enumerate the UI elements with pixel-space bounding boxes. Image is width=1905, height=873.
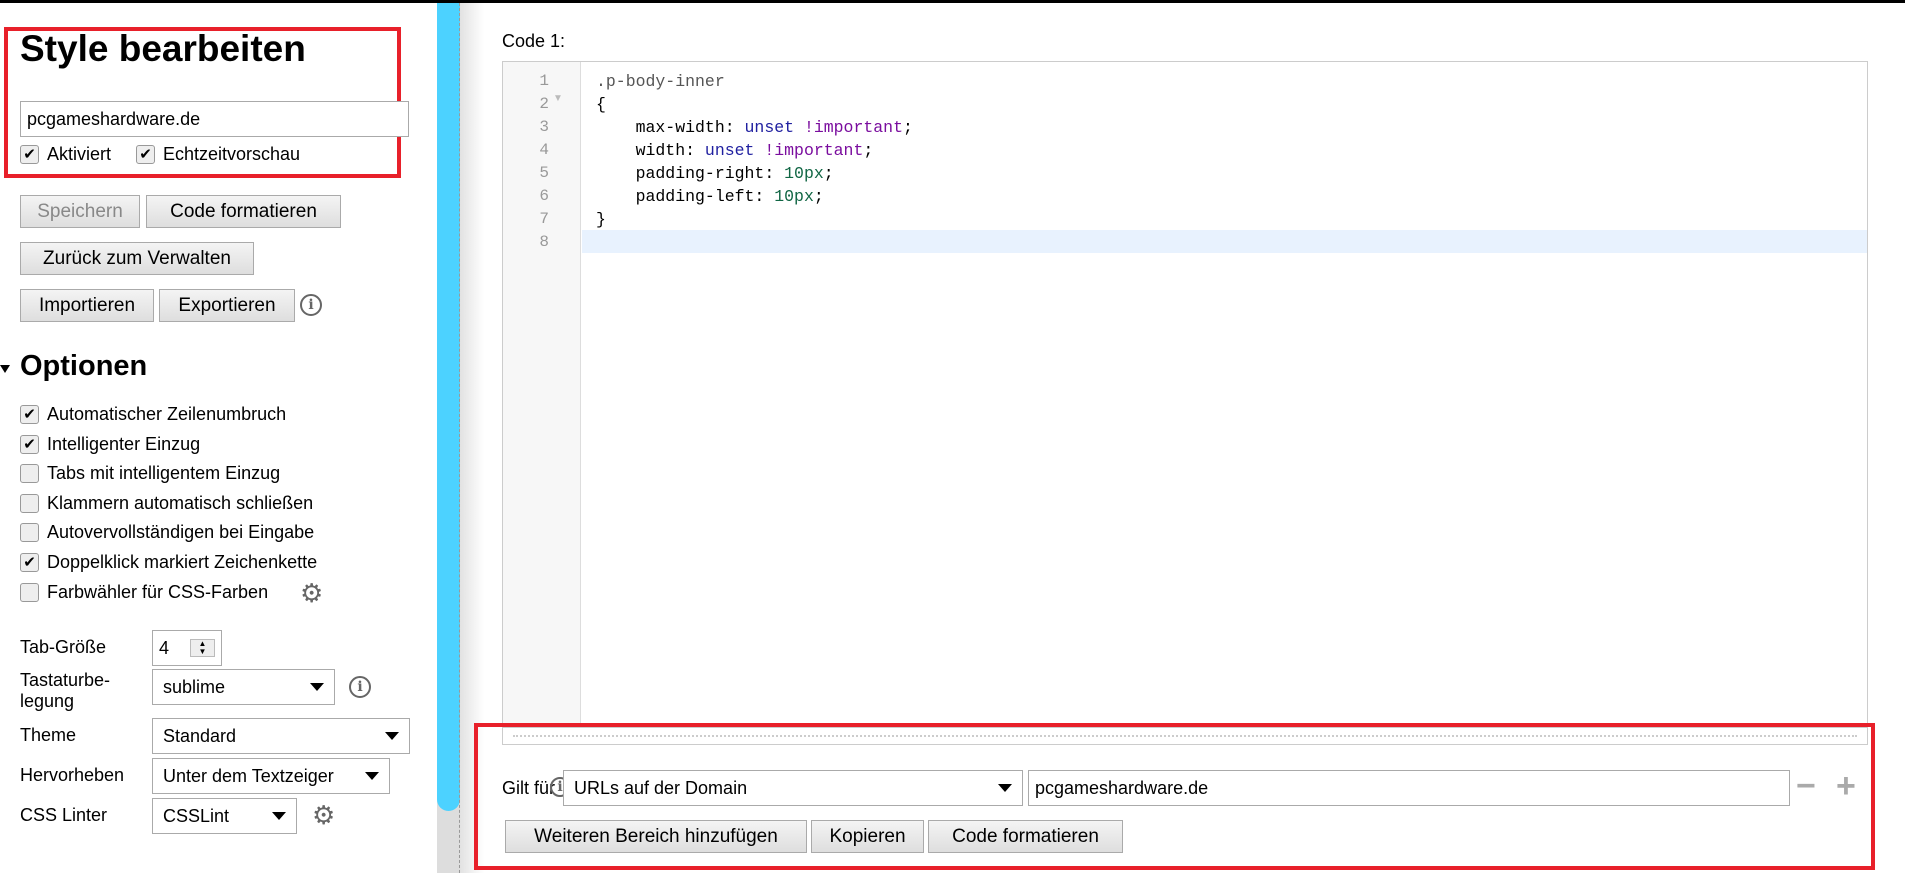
live-preview-checkbox[interactable]: ✔ Echtzeitvorschau	[136, 144, 300, 165]
tab-size-input[interactable]: 4 ▲ ▼	[152, 630, 222, 666]
applies-value-input[interactable]: pcgameshardware.de	[1028, 770, 1790, 806]
enabled-checkbox[interactable]: ✔ Aktiviert	[20, 144, 111, 165]
top-border	[0, 0, 1905, 3]
active-line	[582, 230, 1867, 253]
highlight-label: Hervorheben	[20, 765, 125, 785]
code-line: {	[596, 95, 606, 114]
checkbox-unchecked[interactable]	[20, 493, 39, 513]
save-button[interactable]: Speichern	[20, 195, 140, 228]
code-line: padding-left: 10px;	[596, 187, 824, 206]
code-line: }	[596, 210, 606, 229]
sidebar-scrollbar-thumb[interactable]	[437, 3, 460, 811]
checkbox-checked[interactable]: ✔	[20, 434, 39, 454]
code-line: width: unset !important;	[596, 141, 874, 160]
code-line: max-width: unset !important;	[596, 118, 913, 137]
checkbox-unchecked[interactable]	[20, 464, 39, 484]
spinner-arrows-icon[interactable]: ▲ ▼	[190, 639, 215, 657]
chevron-down-icon	[365, 772, 379, 780]
import-button[interactable]: Importieren	[20, 289, 154, 322]
code-section-label: Code 1:	[502, 31, 566, 51]
keymap-select[interactable]: sublime	[152, 669, 335, 705]
enabled-label: Aktiviert	[47, 144, 112, 164]
line-number-gutter: 1 2 3 4 5 6 7 8 ▼	[503, 62, 581, 744]
line-number: 6	[539, 187, 549, 205]
live-preview-label: Echtzeitvorschau	[163, 144, 301, 164]
chevron-down-icon	[310, 683, 324, 691]
export-button[interactable]: Exportieren	[159, 289, 295, 322]
option-checkbox[interactable]: Autovervollständigen bei Eingabe	[20, 522, 314, 543]
option-label: Doppelklick markiert Zeichenkette	[47, 552, 318, 572]
line-number: 4	[539, 141, 549, 159]
checkbox-checked[interactable]: ✔	[20, 553, 39, 572]
checkbox-checked[interactable]: ✔	[136, 145, 155, 164]
option-label: Autovervollständigen bei Eingabe	[47, 522, 315, 543]
page-title: Style bearbeiten	[20, 28, 306, 69]
option-checkbox[interactable]: Klammern automatisch schließen	[20, 493, 313, 514]
option-label: Tabs mit intelligentem Einzug	[47, 463, 281, 484]
beautify-section-button[interactable]: Code formatieren	[928, 820, 1123, 853]
applies-type-select[interactable]: URLs auf der Domain	[563, 770, 1023, 806]
style-name-input[interactable]: pcgameshardware.de	[20, 101, 409, 137]
option-checkbox[interactable]: ✔ Automatischer Zeilenumbruch	[20, 404, 286, 425]
option-checkbox[interactable]: Farbwähler für CSS-Farben	[20, 582, 268, 603]
highlight-select[interactable]: Unter dem Textzeiger	[152, 758, 390, 794]
keymap-label: Tastaturbe-legung	[20, 670, 111, 711]
theme-select[interactable]: Standard	[152, 718, 410, 754]
linter-settings-gear-icon[interactable]: ⚙	[312, 802, 335, 828]
option-label: Intelligenter Einzug	[47, 433, 201, 454]
line-number: 8	[539, 233, 549, 251]
info-icon[interactable]: i	[300, 294, 322, 316]
back-to-manage-button[interactable]: Zurück zum Verwalten	[20, 242, 254, 275]
chevron-down-icon	[272, 812, 286, 820]
collapse-triangle-icon[interactable]	[0, 365, 10, 373]
code-line: padding-right: 10px;	[596, 164, 834, 183]
options-heading[interactable]: Optionen	[20, 350, 147, 383]
linter-select[interactable]: CSSLint	[152, 798, 297, 834]
line-number: 5	[539, 164, 549, 182]
info-icon[interactable]: i	[349, 676, 371, 698]
chevron-down-icon	[385, 732, 399, 740]
checkbox-unchecked[interactable]	[20, 523, 39, 543]
add-applies-plus-icon[interactable]: +	[1836, 768, 1856, 804]
remove-applies-minus-icon[interactable]: −	[1796, 768, 1816, 804]
option-label: Klammern automatisch schließen	[47, 492, 314, 513]
line-number: 2	[539, 95, 549, 113]
theme-label: Theme	[20, 725, 77, 745]
linter-label: CSS Linter	[20, 805, 108, 825]
tab-size-value: 4	[159, 637, 170, 658]
fold-arrow-icon[interactable]: ▼	[553, 93, 563, 104]
line-number: 1	[539, 72, 549, 90]
option-checkbox[interactable]: ✔ Doppelklick markiert Zeichenkette	[20, 552, 317, 573]
code-editor[interactable]: 1 2 3 4 5 6 7 8 ▼ .p-body-inner { max-width: un…	[502, 61, 1868, 745]
tab-size-label: Tab-Größe	[20, 637, 107, 657]
checkbox-checked[interactable]: ✔	[20, 405, 39, 424]
chevron-down-icon	[998, 784, 1012, 792]
line-number: 7	[539, 210, 549, 228]
copy-button[interactable]: Kopieren	[811, 820, 924, 853]
option-checkbox[interactable]: Tabs mit intelligentem Einzug	[20, 463, 280, 484]
line-number: 3	[539, 118, 549, 136]
applies-to-label: Gilt für	[502, 778, 556, 798]
beautify-button[interactable]: Code formatieren	[146, 195, 341, 228]
option-label: Automatischer Zeilenumbruch	[47, 404, 287, 424]
option-label: Farbwähler für CSS-Farben	[47, 581, 269, 602]
checkbox-unchecked[interactable]	[20, 582, 39, 602]
option-checkbox[interactable]: ✔ Intelligenter Einzug	[20, 434, 200, 455]
add-section-button[interactable]: Weiteren Bereich hinzufügen	[505, 820, 807, 853]
checkbox-checked[interactable]: ✔	[20, 145, 39, 164]
color-picker-settings-gear-icon[interactable]: ⚙	[300, 580, 323, 606]
code-line: .p-body-inner	[596, 72, 725, 91]
